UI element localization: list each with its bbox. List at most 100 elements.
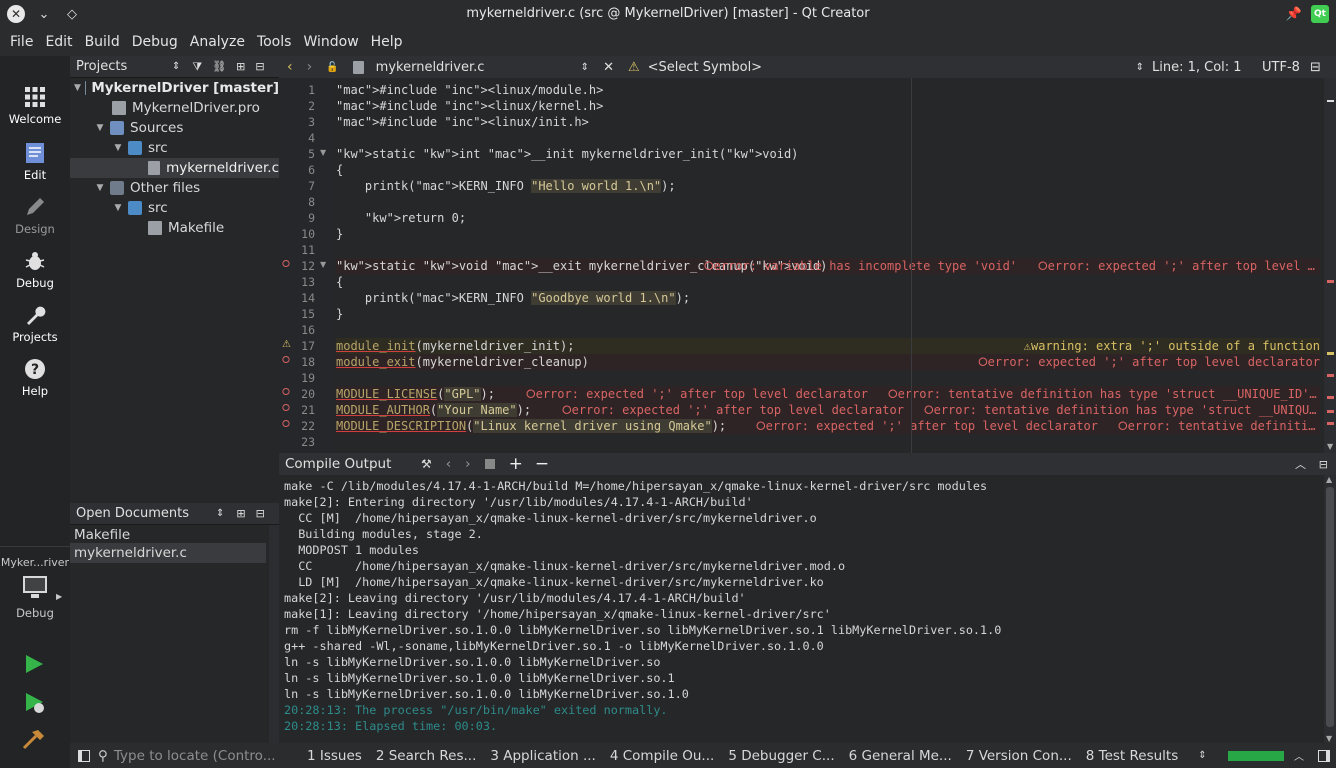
code-line[interactable]: "mac">#include "inc"><linux/module.h> [336, 82, 1320, 98]
code-line[interactable] [336, 130, 1320, 146]
toggle-sidebar-icon[interactable] [78, 749, 90, 762]
tree-item-src[interactable]: ▼ src [112, 138, 168, 158]
warning-marker-icon[interactable]: ⚠ [282, 339, 291, 350]
back-icon[interactable]: ‹ [287, 59, 293, 75]
error-annotation[interactable]: ⭘error: tentative definiti… [1118, 418, 1315, 434]
editor-scrollbar[interactable]: ▼ [1324, 78, 1336, 453]
code-area[interactable]: "mac">#include "inc"><linux/module.h> "ma… [336, 78, 1320, 453]
mode-debug[interactable]: Debug [0, 250, 70, 290]
code-line[interactable]: printk("mac">KERN_INFO "Hello world 1.\n… [336, 178, 1320, 194]
zoom-out-icon[interactable]: − [535, 454, 549, 474]
menu-edit[interactable]: Edit [39, 34, 78, 50]
mode-help[interactable]: ? Help [0, 358, 70, 398]
error-marker-icon[interactable]: ⭘ [282, 259, 290, 270]
run-button[interactable] [24, 654, 44, 678]
collapse-arrow-icon[interactable]: ▼ [94, 183, 106, 193]
code-line[interactable]: MODULE_AUTHOR("Your Name"); ⭘error: expec… [336, 402, 1320, 418]
code-line[interactable] [336, 242, 1320, 258]
error-annotation[interactable]: ⭘error: expected ';' after top level dec… [562, 402, 904, 418]
tree-item-other-files[interactable]: ▼ Other files [94, 178, 201, 198]
code-line[interactable]: "mac">#include "inc"><linux/kernel.h> [336, 98, 1320, 114]
zoom-in-icon[interactable]: + [509, 454, 523, 474]
error-annotation[interactable]: ⭘error: variable has incomplete type 'vo… [704, 258, 1017, 274]
code-line[interactable] [336, 194, 1320, 210]
fold-arrow-icon[interactable]: ▼ [320, 260, 326, 269]
code-line[interactable]: MODULE_LICENSE("GPL"); ⭘error: expected '… [336, 386, 1320, 402]
error-marker-icon[interactable]: ⭘ [282, 387, 290, 398]
maximize-pane-icon[interactable]: ︿ [1295, 456, 1306, 472]
compile-output-scrollbar[interactable]: ▲ ▼ [1324, 475, 1336, 743]
keep-above-diamond-icon[interactable]: ◇ [58, 0, 86, 28]
open-doc-makefile[interactable]: Makefile [74, 525, 130, 545]
pane-search-results[interactable]: 2 Search Res... [376, 748, 477, 764]
menu-window[interactable]: Window [297, 34, 364, 50]
menu-analyze[interactable]: Analyze [184, 34, 251, 50]
tree-item-mykerneldriver-c[interactable]: mykerneldriver.c [70, 158, 279, 178]
filter-icon[interactable]: ⧩ [192, 60, 202, 74]
pane-issues[interactable]: 1 Issues [307, 748, 362, 764]
progress-collapse-icon[interactable]: ︿ [1294, 748, 1304, 763]
tree-item-pro-file[interactable]: MykernelDriver.pro [112, 98, 260, 118]
close-document-icon[interactable]: ✕ [603, 60, 614, 75]
projects-view-select[interactable]: Projects [76, 59, 172, 74]
kit-selector[interactable]: Myker...river ▶ Debug [0, 556, 70, 620]
pin-icon[interactable]: 📌 [1280, 0, 1308, 28]
view-select-chevron-icon[interactable]: ⇕ [216, 508, 224, 519]
document-select-chevron-icon[interactable]: ⇕ [581, 62, 589, 73]
code-line[interactable]: } [336, 226, 1320, 242]
compile-output-text[interactable]: make -C /lib/modules/4.17.4-1-ARCH/build… [279, 475, 1324, 743]
menu-help[interactable]: Help [365, 34, 409, 50]
menu-build[interactable]: Build [79, 34, 126, 50]
fold-arrow-icon[interactable]: ▼ [320, 148, 326, 157]
error-annotation[interactable]: ⭘error: expected ';' after top level dec… [526, 386, 868, 402]
code-line[interactable] [336, 370, 1320, 386]
mode-design[interactable]: Design [0, 196, 70, 236]
close-window-button[interactable]: ✕ [2, 0, 30, 28]
code-line[interactable]: "mac">#include "inc"><linux/init.h> [336, 114, 1320, 130]
warning-annotation[interactable]: ⚠warning: extra ';' outside of a functio… [1024, 338, 1320, 354]
split-icon[interactable]: ⊞ [236, 507, 245, 520]
close-pane-icon[interactable]: ⊟ [1319, 458, 1328, 471]
code-line[interactable]: { [336, 162, 1320, 178]
code-line[interactable]: module_exit(mykerneldriver_cleanup) ⭘erro… [336, 354, 1320, 370]
error-marker-icon[interactable]: ⭘ [282, 403, 290, 414]
code-line[interactable]: MODULE_DESCRIPTION("Linux kernel driver … [336, 418, 1320, 434]
code-line[interactable]: "kw">static "kw">int "mac">__init mykern… [336, 146, 1320, 162]
output-pane-toggle-icon[interactable] [1318, 749, 1330, 762]
debug-run-button[interactable] [24, 692, 46, 718]
open-doc-mykerneldriver-c[interactable]: mykerneldriver.c [70, 543, 266, 563]
symbol-select[interactable]: <Select Symbol> [648, 60, 1136, 75]
error-marker-icon[interactable]: ⭘ [282, 355, 290, 366]
collapse-arrow-icon[interactable]: ▼ [112, 143, 124, 153]
window-menu-chevron-icon[interactable]: ⌄ [30, 0, 58, 28]
error-annotation[interactable]: ⭘error: tentative definition has type 's… [888, 386, 1317, 402]
open-docs-scrollbar[interactable] [269, 525, 279, 743]
filter-icon[interactable]: ⚒ [421, 457, 432, 471]
error-annotation[interactable]: ⭘error: expected ';' after top level dec… [756, 418, 1098, 434]
error-marker-icon[interactable]: ⭘ [282, 419, 290, 430]
document-select[interactable]: mykerneldriver.c [376, 60, 581, 75]
pane-general-messages[interactable]: 6 General Me... [849, 748, 952, 764]
link-icon[interactable]: ⛓ [212, 60, 226, 73]
menu-file[interactable]: File [4, 34, 39, 50]
menu-tools[interactable]: Tools [251, 34, 298, 50]
mode-projects[interactable]: Projects [0, 304, 70, 344]
mode-welcome[interactable]: Welcome [0, 86, 70, 126]
tree-item-src-other[interactable]: ▼ src [112, 198, 168, 218]
pane-application-output[interactable]: 3 Application ... [490, 748, 595, 764]
tree-item-project[interactable]: ▼ MykernelDriver [master] [74, 78, 279, 98]
code-line[interactable]: printk("mac">KERN_INFO "Goodbye world 1.… [336, 290, 1320, 306]
pane-test-results[interactable]: 8 Test Results [1086, 748, 1179, 764]
forward-icon[interactable]: › [307, 59, 313, 75]
pane-debugger-console[interactable]: 5 Debugger C... [728, 748, 834, 764]
pane-selector-chevron-icon[interactable]: ⇕ [1198, 750, 1206, 761]
collapse-arrow-icon[interactable]: ▼ [94, 123, 106, 133]
error-annotation[interactable]: ⭘error: expected ';' after top level dec… [978, 354, 1320, 370]
code-line[interactable] [336, 322, 1320, 338]
error-annotation[interactable]: ⭘error: tentative definition has type 's… [924, 402, 1317, 418]
view-select-chevron-icon[interactable]: ⇕ [172, 61, 180, 72]
build-button[interactable] [22, 728, 46, 754]
locator-input[interactable]: ⚲ Type to locate (Contro... [92, 746, 287, 766]
code-line[interactable]: module_init(mykerneldriver_init); ⚠warnin… [336, 338, 1320, 354]
previous-icon[interactable]: ‹ [446, 456, 451, 472]
